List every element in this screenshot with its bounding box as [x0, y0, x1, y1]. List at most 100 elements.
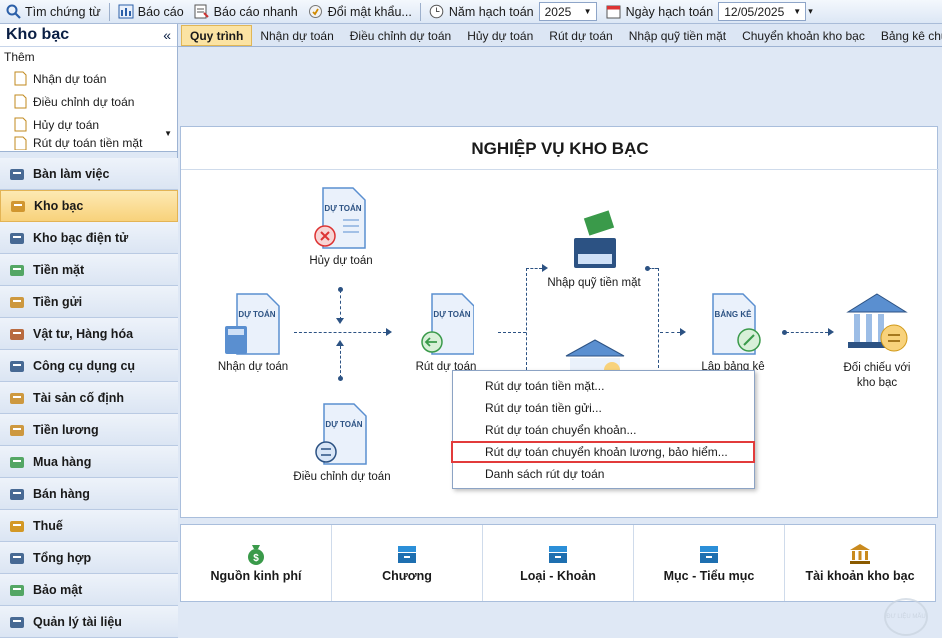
- node-reconcile[interactable]: Đối chiếu với kho bạc: [836, 292, 918, 391]
- tab-6[interactable]: Chuyển khoản kho bạc: [734, 25, 873, 46]
- nav-item-documents[interactable]: Quản lý tài liệu: [0, 606, 178, 638]
- document-icon: [14, 94, 27, 109]
- receive-budget-icon: DỰ TOÁN: [225, 293, 280, 355]
- node-cash-receipt[interactable]: Nhập quỹ tiền mặt: [540, 208, 648, 289]
- tree-item-adjust[interactable]: Điều chỉnh dự toán: [0, 90, 177, 113]
- arrow-icon: [336, 318, 344, 324]
- tab-3[interactable]: Hủy dự toán: [459, 25, 541, 46]
- nav-item-summary[interactable]: Tổng hợp: [0, 542, 178, 574]
- tools-icon: [8, 357, 26, 375]
- scroll-down-icon[interactable]: ▼: [164, 129, 172, 138]
- doc-tag: DỰ TOÁN: [433, 310, 470, 319]
- menu-item-withdraw-deposit[interactable]: Rút dự toán tiền gửi...: [453, 397, 754, 419]
- tree-item-label: Rút dự toán tiền mặt: [33, 136, 143, 150]
- nav-item-tools[interactable]: Công cụ dụng cụ: [0, 350, 178, 382]
- menu-item-withdraw-cash[interactable]: Rút dự toán tiền mặt...: [453, 375, 754, 397]
- search-button[interactable]: Tìm chứng từ: [0, 1, 106, 23]
- goods-icon: [8, 325, 26, 343]
- category-treasury-account[interactable]: Tài khoản kho bạc: [785, 525, 935, 601]
- category-funding-source[interactable]: $ Nguồn kinh phí: [181, 525, 332, 601]
- nav-item-salary[interactable]: Tiền lương: [0, 414, 178, 446]
- tab-1[interactable]: Nhận dự toán: [252, 25, 341, 46]
- desk-icon: [8, 165, 26, 183]
- connector: [660, 332, 680, 333]
- nav-item-goods[interactable]: Vật tư, Hàng hóa: [0, 318, 178, 350]
- treasury-icon: [9, 197, 27, 215]
- nav-item-treasury[interactable]: Kho bạc: [0, 190, 178, 222]
- divider: [181, 169, 939, 170]
- node-receive-budget[interactable]: DỰ TOÁN Nhận dự toán: [210, 292, 296, 373]
- category-chapter[interactable]: Chương: [332, 525, 483, 601]
- tab-4[interactable]: Rút dự toán: [541, 25, 620, 46]
- archive-icon: [549, 546, 567, 563]
- doc-tag: DỰ TOÁN: [325, 420, 362, 429]
- tab-7[interactable]: Bảng kê chứng từ thanh: [873, 25, 942, 46]
- document-icon: [14, 71, 27, 86]
- connector: [526, 268, 542, 269]
- category-section-subsection[interactable]: Mục - Tiểu mục: [634, 525, 785, 601]
- tab-2[interactable]: Điều chỉnh dự toán: [342, 25, 459, 46]
- chevron-down-icon[interactable]: ▼: [789, 3, 805, 20]
- node-create-listing[interactable]: BẢNG KÊ Lập bảng kê: [694, 292, 772, 373]
- menu-item-withdraw-list[interactable]: Danh sách rút dự toán: [453, 463, 754, 485]
- shortcut-tree: Thêm Nhận dự toán Điều chỉnh dự toán Hủy…: [0, 47, 177, 152]
- cash-icon: [8, 261, 26, 279]
- node-adjust-budget[interactable]: DỰ TOÁN Điều chỉnh dự toán: [290, 402, 394, 483]
- category-label: Chương: [382, 569, 432, 583]
- module-nav: Bàn làm việc Kho bạc Kho bạc điện tử Tiền m…: [0, 158, 178, 638]
- node-withdraw-budget[interactable]: DỰ TOÁN Rút dự toán: [406, 292, 486, 373]
- tree-item-withdraw-cash[interactable]: Rút dự toán tiền mặt: [0, 136, 177, 150]
- menu-item-withdraw-transfer[interactable]: Rút dự toán chuyển khoản...: [453, 419, 754, 441]
- chevron-down-icon[interactable]: ▼: [580, 3, 596, 20]
- nav-item-cart[interactable]: Mua hàng: [0, 446, 178, 478]
- toolbar-overflow-icon[interactable]: ▾: [806, 1, 815, 23]
- quick-report-button[interactable]: Báo cáo nhanh: [189, 1, 303, 23]
- category-type-item[interactable]: Loại - Khoản: [483, 525, 634, 601]
- fiscal-year-select[interactable]: 2025 ▼: [538, 2, 597, 21]
- posting-date-input[interactable]: 12/05/2025 ▼: [718, 2, 807, 21]
- panel-title: NGHIỆP VỤ KHO BẠC: [471, 139, 649, 158]
- collapse-icon[interactable]: «: [163, 27, 171, 43]
- money-bag-icon: $: [248, 545, 264, 565]
- menu-item-withdraw-payroll-insurance[interactable]: Rút dự toán chuyển khoản lương, bảo hiểm…: [451, 441, 755, 463]
- document-icon: [14, 117, 27, 132]
- sidebar-title: Kho bạc: [6, 26, 70, 43]
- watermark-text: ĐƯ LIỆU MẪU: [886, 614, 926, 620]
- node-cancel-budget[interactable]: DỰ TOÁN Hủy dự toán: [300, 186, 382, 267]
- sidebar-header: Kho bạc «: [0, 24, 177, 47]
- cart-icon: [8, 453, 26, 471]
- clock-icon: [429, 4, 445, 20]
- nav-item-sales[interactable]: Bán hàng: [0, 478, 178, 510]
- nav-item-desk[interactable]: Bàn làm việc: [0, 158, 178, 190]
- nav-item-e-treasury[interactable]: Kho bạc điện tử: [0, 222, 178, 254]
- tree-item-label: Điều chỉnh dự toán: [33, 94, 135, 109]
- nav-item-assets[interactable]: Tài sản cố định: [0, 382, 178, 414]
- withdraw-context-menu: Rút dự toán tiền mặt... Rút dự toán tiền…: [451, 370, 755, 489]
- tab-bar: Quy trình Nhận dự toán Điều chỉnh dự toán H…: [178, 24, 942, 47]
- bank-icon: [850, 544, 870, 564]
- nav-item-security[interactable]: Bảo mật: [0, 574, 178, 606]
- connector: [340, 290, 341, 320]
- calendar-icon: [606, 4, 622, 20]
- category-label: Loại - Khoản: [520, 569, 596, 583]
- nav-item-label: Bảo mật: [33, 582, 83, 597]
- tree-item-label: Hủy dự toán: [33, 117, 100, 132]
- toolbar-separator: [419, 2, 421, 21]
- menu-item-label: Rút dự toán tiền gửi...: [485, 401, 602, 415]
- nav-item-deposit[interactable]: Tiền gửi: [0, 286, 178, 318]
- fiscal-year-value: 2025: [544, 4, 572, 19]
- report-button[interactable]: Báo cáo: [113, 1, 189, 23]
- quick-report-label: Báo cáo nhanh: [213, 4, 298, 19]
- node-label: Đối chiếu với kho bạc: [843, 362, 911, 389]
- tab-0[interactable]: Quy trình: [181, 25, 253, 46]
- nav-item-tax[interactable]: Thuế: [0, 510, 178, 542]
- nav-item-cash[interactable]: Tiền mặt: [0, 254, 178, 286]
- tree-item-cancel[interactable]: Hủy dự toán: [0, 113, 177, 136]
- documents-icon: [8, 613, 26, 631]
- tree-item-receive[interactable]: Nhận dự toán: [0, 67, 177, 90]
- change-password-button[interactable]: Đổi mật khẩu...: [303, 1, 417, 23]
- menu-item-label: Rút dự toán chuyển khoản lương, bảo hiểm…: [485, 445, 728, 459]
- quick-report-icon: [194, 4, 210, 20]
- tab-5[interactable]: Nhập quỹ tiền mặt: [621, 25, 734, 46]
- e-treasury-icon: [8, 229, 26, 247]
